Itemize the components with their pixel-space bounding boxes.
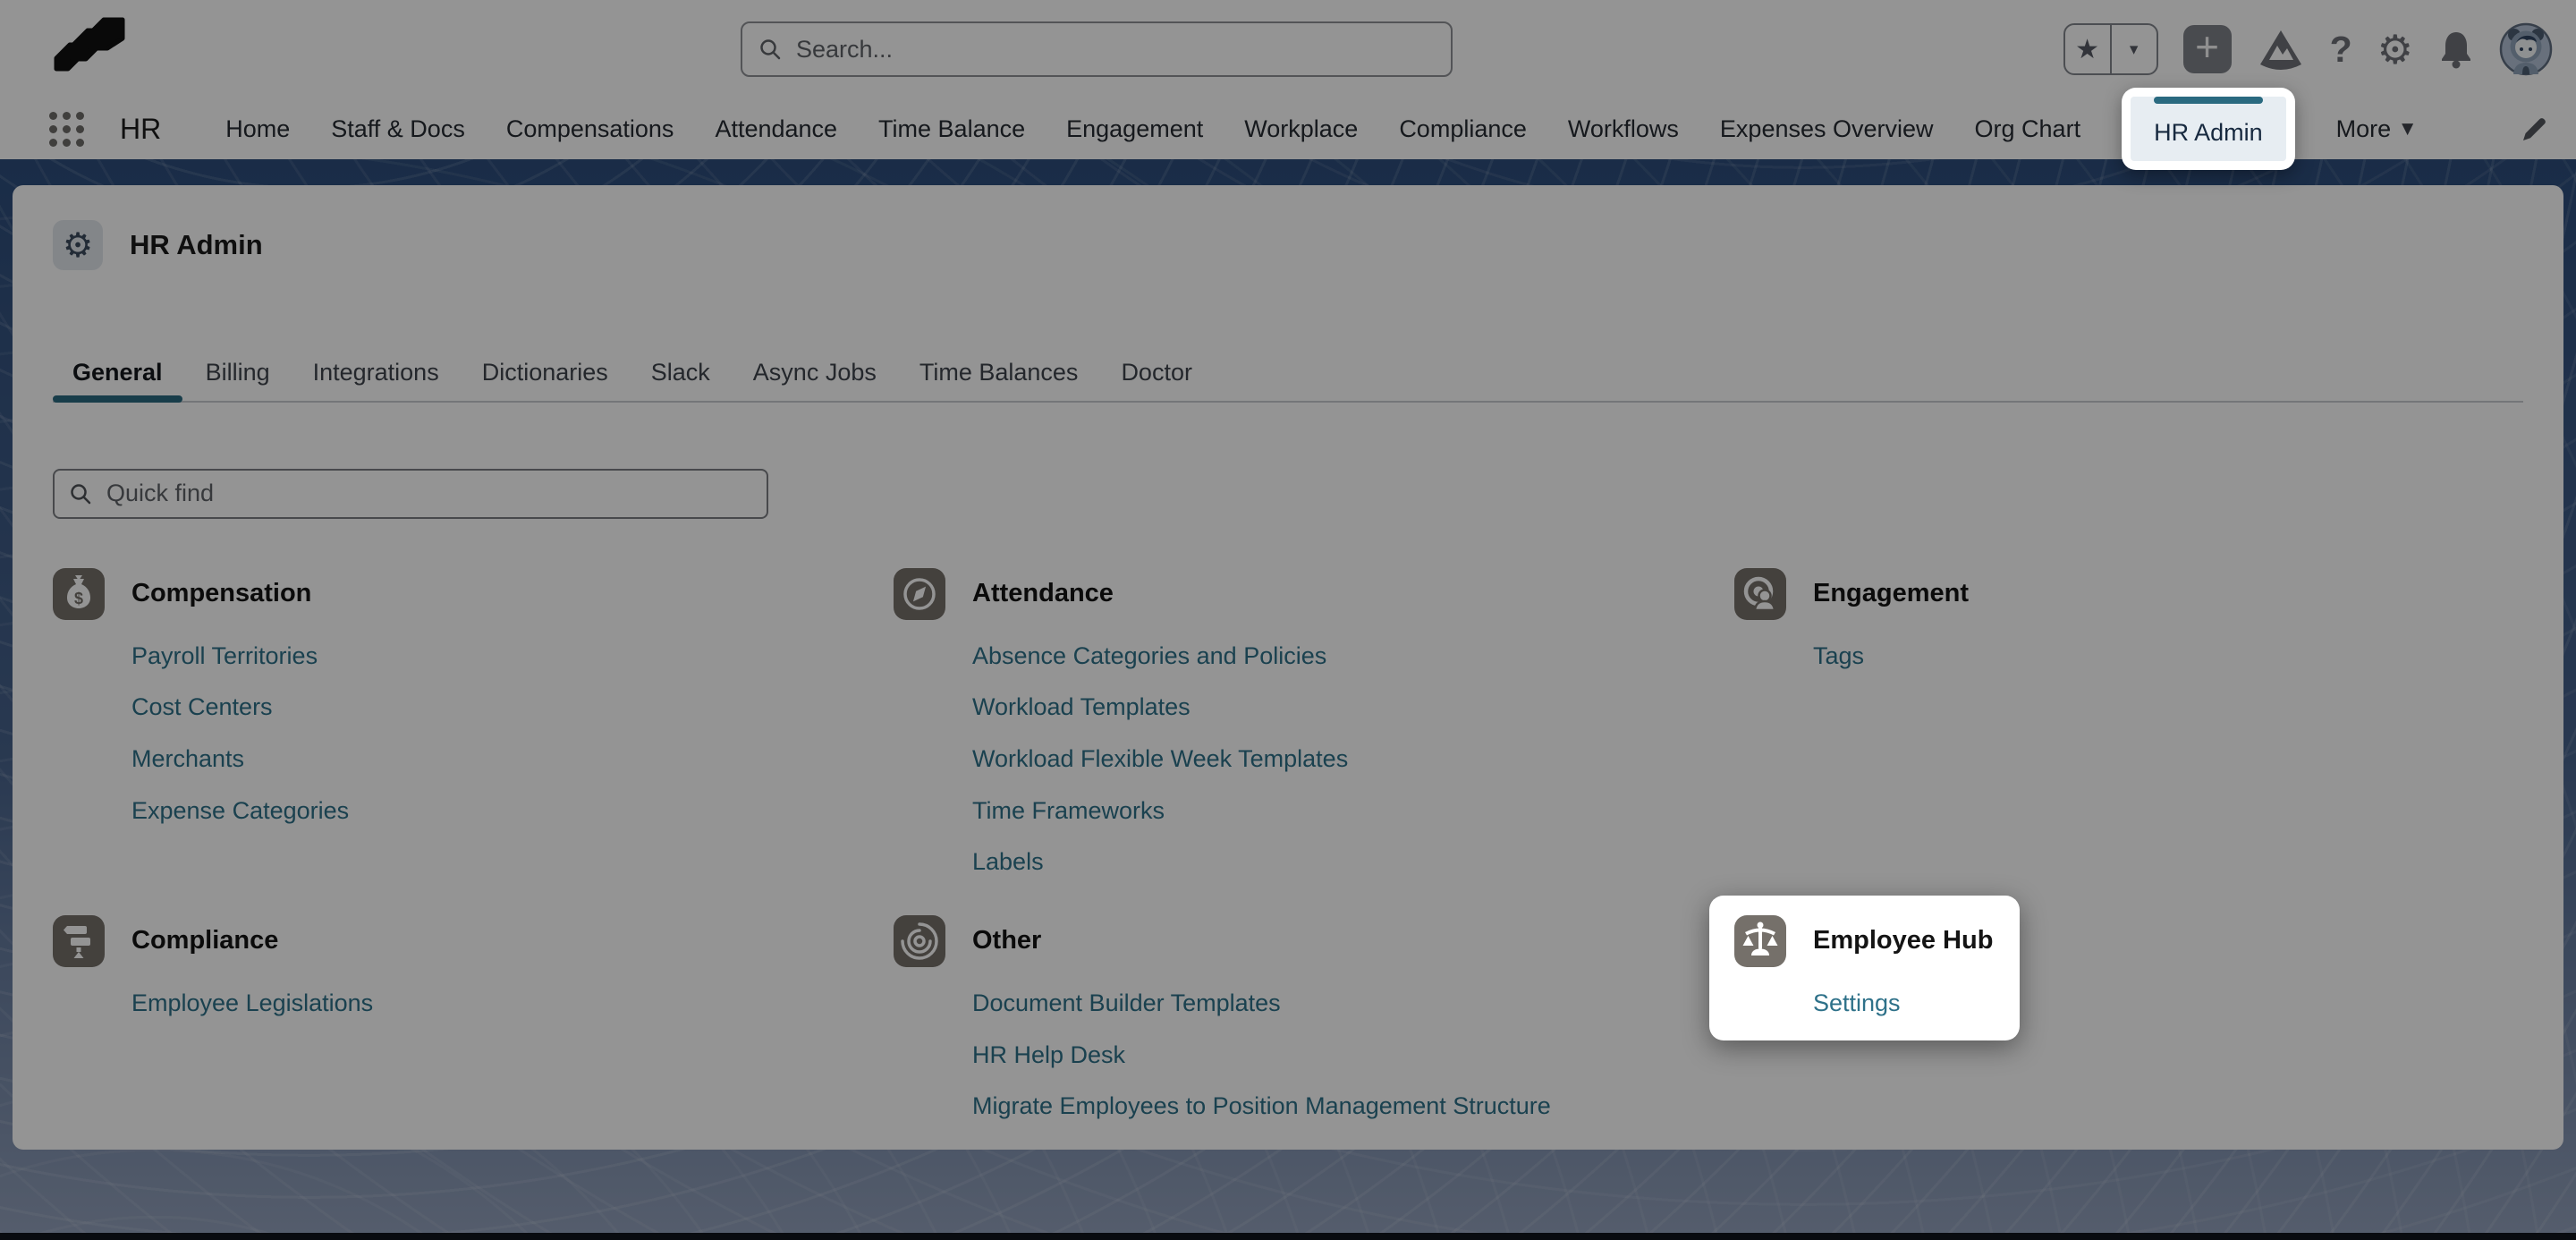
section-employee-hub-spotlight[interactable]: Employee Hub Settings bbox=[1709, 895, 2021, 1040]
dim-overlay bbox=[0, 0, 2576, 1240]
balance-scale-icon bbox=[1734, 914, 1786, 967]
active-tab-indicator bbox=[2154, 97, 2263, 104]
section-title: Employee Hub bbox=[1813, 926, 1994, 955]
nav-item-hr-admin-label: HR Admin bbox=[2154, 118, 2263, 146]
link-employee-hub-settings[interactable]: Settings bbox=[1813, 989, 1901, 1016]
nav-item-hr-admin-spotlight[interactable]: HR Admin bbox=[2122, 88, 2295, 170]
